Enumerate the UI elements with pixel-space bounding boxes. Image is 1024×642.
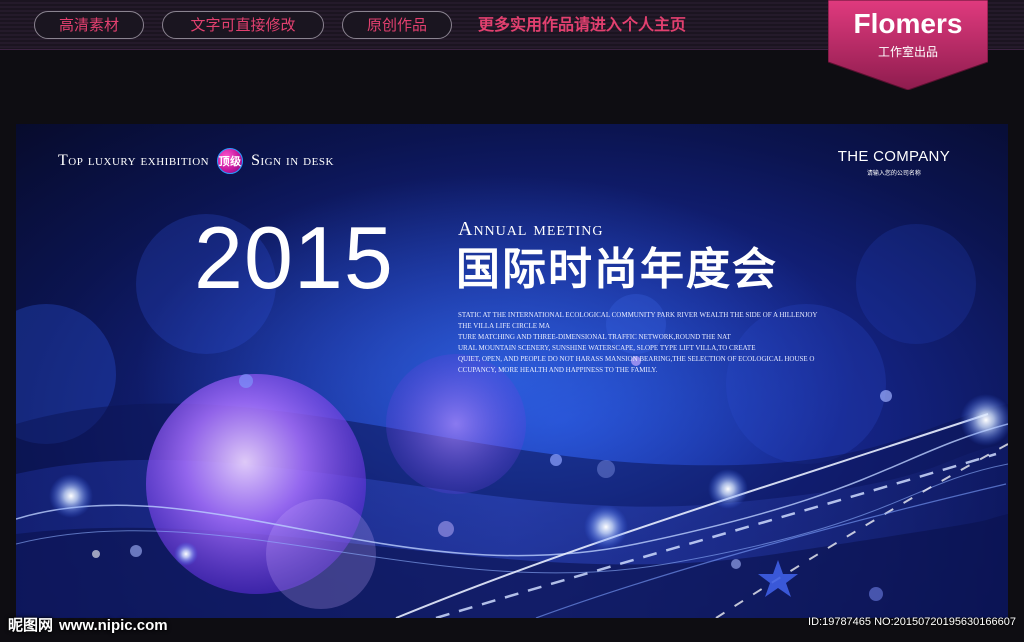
brand-logo: Flomers 工作室出品 xyxy=(828,0,988,90)
description-line: THE VILLA LIFE CIRCLE MA xyxy=(458,322,551,330)
brand-subtitle: 工作室出品 xyxy=(877,45,938,59)
site-watermark: 昵图网 www.nipic.com xyxy=(8,614,168,635)
event-title: 国际时尚年度会 xyxy=(456,244,778,295)
annual-meeting-banner: Top luxury exhibition 顶级 Sign in desk TH… xyxy=(16,124,1008,618)
editable-text-button[interactable]: 文字可直接修改 xyxy=(162,11,324,39)
event-year: 2015 xyxy=(194,208,394,307)
description-line: STATIC AT THE INTERNATIONAL ECOLOGICAL C… xyxy=(458,311,818,319)
description-line: TURE MATCHING AND THREE-DIMENSIONAL TRAF… xyxy=(458,333,731,341)
hd-material-button[interactable]: 高清素材 xyxy=(34,11,144,39)
personal-homepage-link[interactable]: 更多实用作品请进入个人主页 xyxy=(478,11,686,39)
site-url: www.nipic.com xyxy=(59,617,168,634)
tagline-left: Top luxury exhibition xyxy=(58,152,210,169)
tagline: Top luxury exhibition 顶级 Sign in desk xyxy=(58,148,334,174)
top-level-badge: 顶级 xyxy=(217,148,244,174)
site-name: 昵图网 xyxy=(8,616,54,634)
company-name: THE COMPANY xyxy=(837,148,950,165)
brand-name: Flomers xyxy=(853,8,963,39)
description-line: URAL MOUNTAIN SCENERY, SUNSHINE WATERSCA… xyxy=(458,344,756,352)
company-block: THE COMPANY 请输入您的公司名称 xyxy=(838,148,950,177)
tagline-right: Sign in desk xyxy=(251,152,334,169)
description-line: QUIET, OPEN, AND PEOPLE DO NOT HARASS MA… xyxy=(458,355,815,363)
description-line: CCUPANCY, MORE HEALTH AND HAPPINESS TO T… xyxy=(458,366,658,374)
original-work-button[interactable]: 原创作品 xyxy=(342,11,452,39)
event-description: STATIC AT THE INTERNATIONAL ECOLOGICAL C… xyxy=(458,310,828,376)
company-name-placeholder: 请输入您的公司名称 xyxy=(866,170,921,177)
annual-meeting-heading: Annual meeting xyxy=(458,218,604,240)
image-id-watermark: ID:19787465 NO:20150720195630166607 xyxy=(808,616,1016,628)
